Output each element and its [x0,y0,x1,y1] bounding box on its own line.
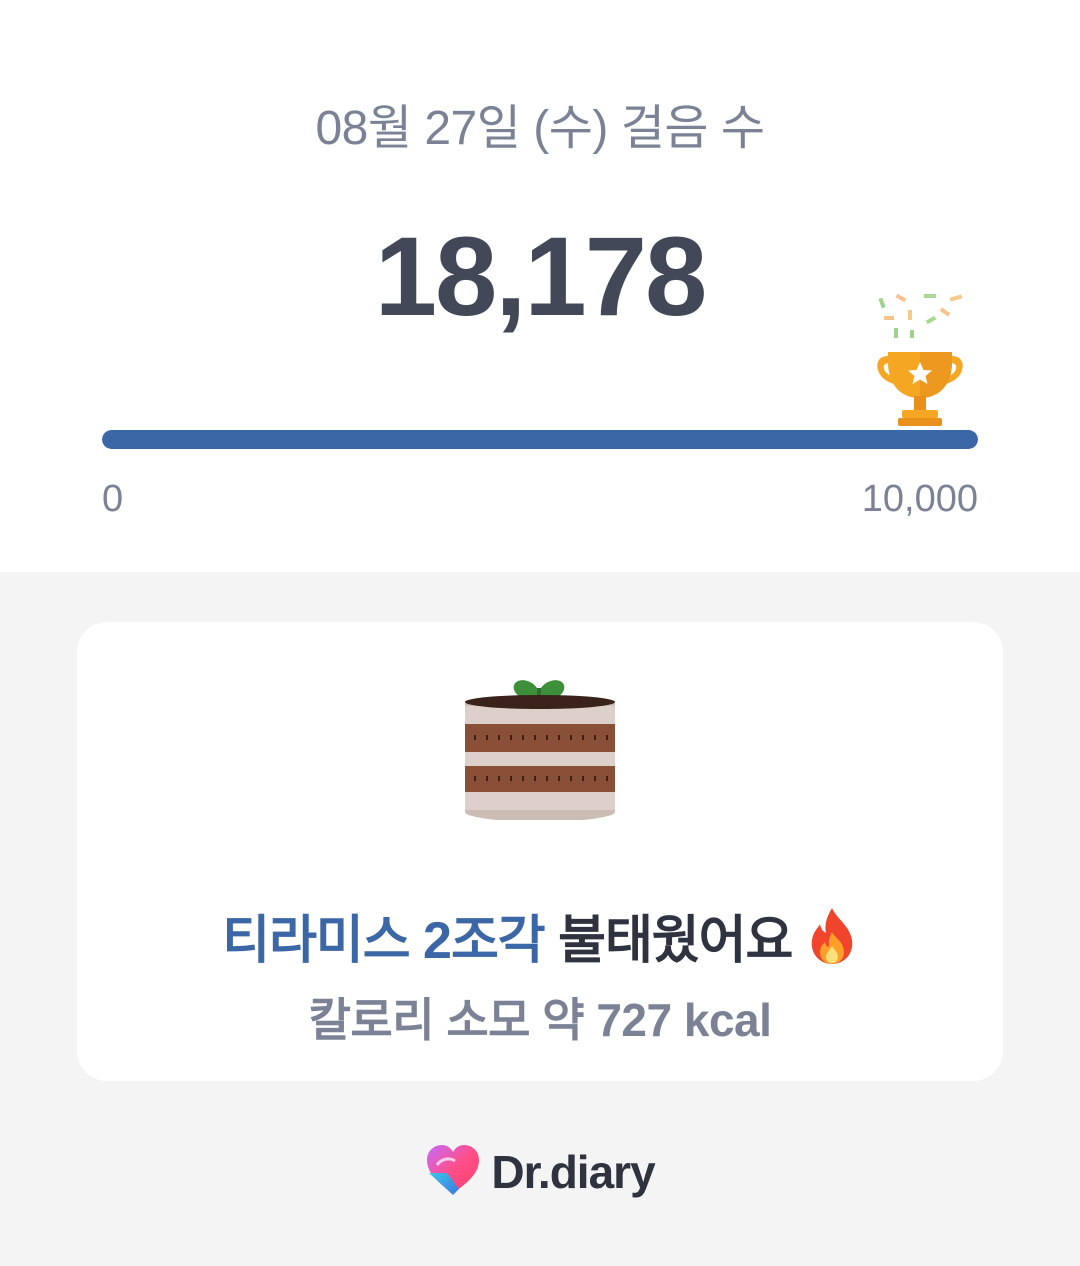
calorie-card: 티라미스 2조각 불태웠어요 칼로리 소모 약 727 kcal [77,622,1003,1081]
calorie-headline: 티라미스 2조각 불태웠어요 [77,898,1003,973]
step-progress-fill [102,430,978,449]
heart-logo-icon [425,1143,481,1202]
steps-summary-panel: 08월 27일 (수) 걸음 수 18,178 0 10,000 [0,0,1080,572]
brand-footer: Dr.diary [0,1142,1080,1202]
headline-text: 불태웠어요 [558,912,793,970]
trophy-icon [874,290,966,430]
brand-name: Dr.diary [491,1146,655,1198]
step-progress-bar [102,430,978,449]
progress-max-label: 10,000 [861,478,978,520]
food-equivalent: 티라미스 2조각 [222,912,545,970]
fire-icon [806,906,858,966]
calorie-burned-line: 칼로리 소모 약 727 kcal [308,994,772,1046]
date-title: 08월 27일 (수) 걸음 수 [315,102,765,155]
tiramisu-cake-icon [462,672,618,822]
progress-min-label: 0 [102,478,124,520]
